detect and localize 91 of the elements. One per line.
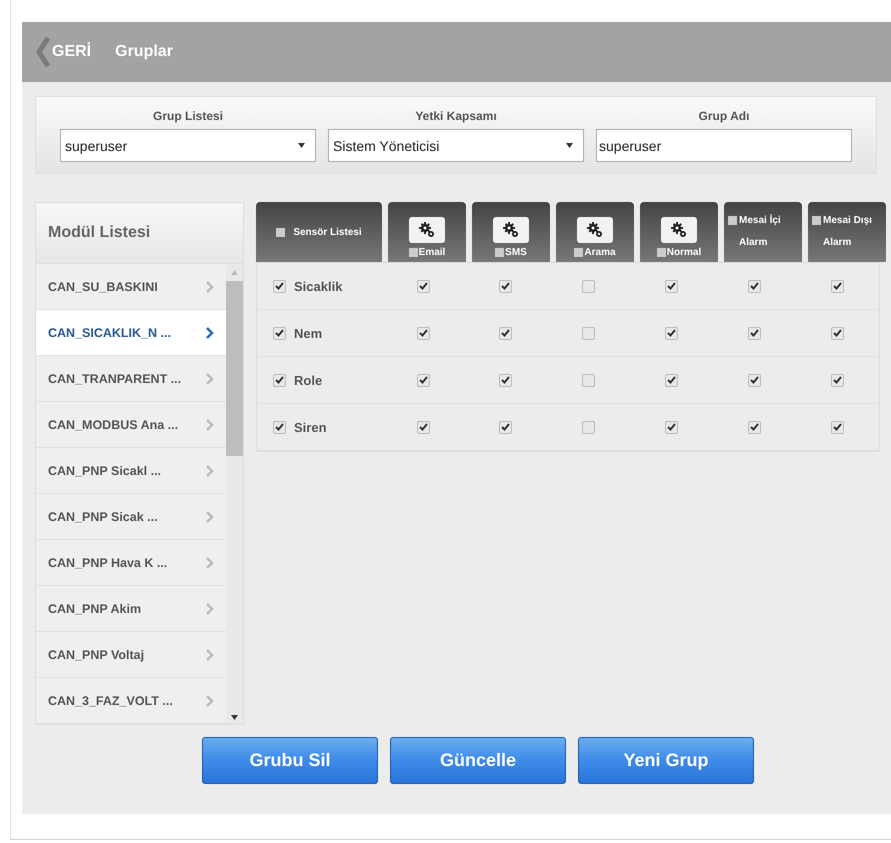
module-item[interactable]: CAN_SU_BASKINI — [36, 264, 226, 310]
sensor-name: Role — [294, 372, 322, 388]
header-checkbox[interactable] — [276, 228, 286, 236]
module-item[interactable]: CAN_PNP Sicak ... — [36, 494, 226, 540]
column-label: Mesai Dışı Alarm — [823, 214, 873, 250]
sensor-name: Siren — [294, 420, 327, 434]
chevron-right-icon — [206, 372, 214, 384]
dropdown-arrow-icon — [566, 143, 573, 148]
chevron-left-icon — [36, 37, 50, 67]
column-label: Sensör Listesi — [293, 226, 362, 238]
checkbox[interactable] — [499, 280, 512, 292]
header-checkbox[interactable] — [408, 248, 418, 257]
settings-button[interactable] — [577, 217, 613, 243]
field-label: Grup Adı — [698, 109, 750, 123]
column-label: SMS — [505, 247, 527, 258]
checkbox[interactable] — [665, 280, 678, 292]
group-name-field[interactable]: superuser — [596, 129, 852, 162]
chevron-right-icon — [206, 326, 214, 338]
checkbox[interactable] — [665, 374, 678, 386]
checkbox[interactable] — [499, 420, 512, 434]
module-item[interactable]: CAN_PNP Hava K ... — [36, 540, 226, 586]
action-button[interactable]: Grubu Sil — [202, 737, 378, 784]
checkbox[interactable] — [748, 326, 762, 340]
chevron-right-icon — [206, 556, 214, 568]
action-button[interactable]: Güncelle — [390, 737, 566, 784]
dropdown[interactable]: superuser — [60, 129, 316, 162]
module-item[interactable]: CAN_MODBUS Ana ... — [36, 402, 226, 448]
checkbox[interactable] — [416, 326, 430, 340]
checkbox[interactable] — [831, 326, 844, 340]
chevron-right-icon — [206, 694, 214, 706]
header-checkbox[interactable] — [495, 248, 504, 257]
module-item[interactable]: CAN_SICAKLIK_N ... — [36, 310, 226, 356]
gears-icon — [419, 222, 435, 238]
checkbox[interactable] — [748, 374, 762, 386]
module-item[interactable]: CAN_PNP Voltaj — [36, 632, 226, 678]
header-checkbox[interactable] — [656, 248, 666, 257]
chevron-right-icon — [206, 464, 214, 476]
settings-button[interactable] — [661, 217, 697, 243]
checkbox[interactable] — [582, 420, 596, 434]
checkbox[interactable] — [831, 374, 844, 386]
checkbox[interactable] — [582, 374, 596, 386]
checkbox[interactable] — [665, 326, 678, 340]
checkbox[interactable] — [831, 280, 844, 292]
sensor-name: Nem — [294, 326, 322, 340]
field-label: Grup Listesi — [152, 109, 223, 123]
checkbox[interactable] — [499, 326, 512, 340]
checkbox[interactable] — [416, 420, 430, 434]
gears-icon — [503, 222, 519, 238]
gears-icon — [587, 222, 603, 238]
checkbox[interactable] — [416, 280, 430, 292]
header-checkbox[interactable] — [812, 216, 821, 225]
header-checkbox[interactable] — [574, 248, 584, 257]
checkbox[interactable] — [273, 326, 286, 340]
chevron-right-icon — [206, 602, 214, 614]
checkbox[interactable] — [273, 420, 286, 434]
module-list-title: Modül Listesi — [36, 203, 243, 264]
module-item[interactable]: CAN_PNP Sicakl ... — [36, 448, 226, 494]
scrollbar-thumb[interactable] — [226, 281, 243, 456]
checkbox[interactable] — [665, 420, 678, 434]
column-label: Mesai İçi Alarm — [739, 213, 782, 250]
module-item[interactable]: CAN_TRANPARENT ... — [36, 356, 226, 402]
chevron-right-icon — [206, 418, 214, 430]
scroll-down-icon — [231, 715, 238, 720]
checkbox[interactable] — [582, 280, 596, 292]
gears-icon — [671, 222, 687, 238]
chevron-right-icon — [206, 280, 214, 292]
column-label: Arama — [584, 247, 616, 258]
checkbox[interactable] — [499, 374, 512, 386]
action-button[interactable]: Yeni Grup — [578, 737, 754, 784]
scroll-up-icon — [231, 270, 238, 275]
field-label: Yetki Kapsamı — [415, 109, 497, 123]
module-item[interactable]: CAN_3_FAZ_VOLT ... — [36, 678, 226, 724]
column-label: Email — [418, 247, 446, 258]
dropdown-arrow-icon — [298, 143, 305, 148]
settings-button[interactable] — [409, 217, 445, 243]
chevron-right-icon — [206, 648, 214, 660]
dropdown[interactable]: Sistem Yöneticisi — [328, 129, 584, 162]
sensor-name: Sicaklik — [294, 278, 342, 294]
module-item[interactable]: CAN_PNP Akim — [36, 586, 226, 632]
checkbox[interactable] — [273, 374, 286, 386]
checkbox[interactable] — [273, 280, 286, 292]
settings-button[interactable] — [493, 217, 529, 243]
checkbox[interactable] — [748, 280, 762, 292]
header-checkbox[interactable] — [728, 216, 737, 225]
checkbox[interactable] — [582, 326, 596, 340]
checkbox[interactable] — [416, 374, 430, 386]
checkbox[interactable] — [831, 420, 844, 434]
column-label: Normal — [666, 247, 702, 258]
checkbox[interactable] — [748, 420, 762, 434]
chevron-right-icon — [206, 510, 214, 522]
page-title: Gruplar — [115, 43, 173, 61]
